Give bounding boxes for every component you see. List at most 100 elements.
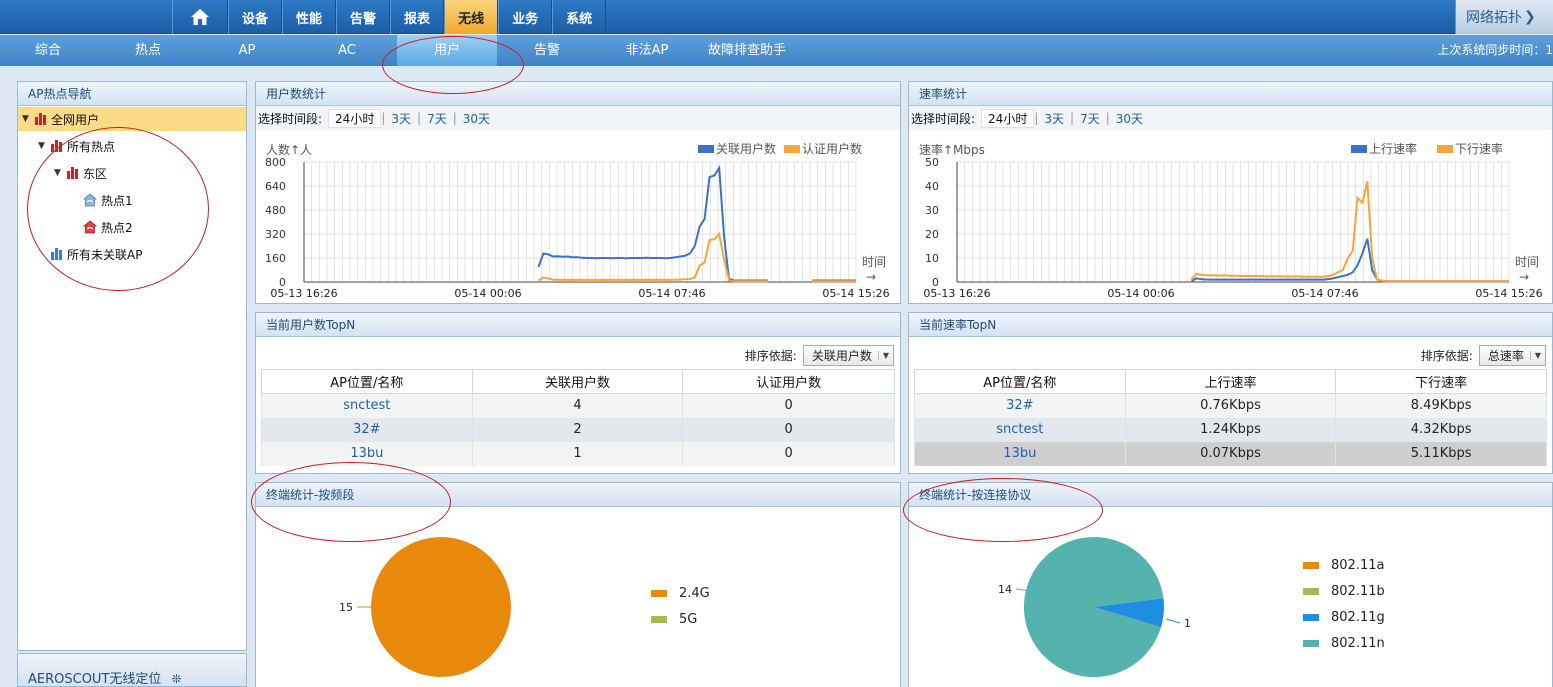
- y-tick-label: 50: [925, 156, 939, 169]
- subnav-item-user[interactable]: 用户: [397, 35, 497, 66]
- legend-label: 802.11a: [1331, 558, 1385, 573]
- topnav-item-system[interactable]: 系统: [552, 0, 607, 34]
- legend-swatch: [1351, 145, 1367, 153]
- time-option-30d[interactable]: 30天: [457, 110, 496, 127]
- sub-nav: 综合 热点 AP AC 用户 告警 非法AP 故障排查助手 上次系统同步时间：1: [0, 35, 1553, 66]
- x-tick-label: 05-14 07:46: [638, 287, 705, 300]
- chart-grid: [303, 161, 857, 283]
- rate-stats-time-selector: 选择时间段: 24小时 | 3天 | 7天 | 30天: [911, 108, 1149, 128]
- series-line: [1191, 238, 1509, 283]
- time-option-30d[interactable]: 30天: [1110, 110, 1149, 127]
- tree-node-hotspot-2[interactable]: 热点2: [82, 215, 133, 239]
- tree-node-all-users[interactable]: ▼ 全网用户: [18, 107, 246, 131]
- time-option-7d[interactable]: 7天: [1074, 110, 1106, 127]
- ap-name-link[interactable]: 32#: [261, 417, 473, 442]
- topnav-item-business[interactable]: 业务: [498, 0, 553, 34]
- rate-topn-sort-select[interactable]: 总速率 ▼: [1478, 345, 1546, 366]
- time-option-3d[interactable]: 3天: [1038, 110, 1070, 127]
- ap-hotspot-nav-panel: AP热点导航 ▼ 全网用户 ▼ 所有热点 ▼ 东区 热点1 热点2 所有未关联A…: [17, 81, 247, 651]
- tree-node-all-hotspots[interactable]: ▼ 所有热点: [38, 134, 115, 158]
- table-cell: 0: [682, 441, 895, 466]
- user-topn-title: 当前用户数TopN: [256, 313, 900, 337]
- topnav-item-performance[interactable]: 性能: [282, 0, 337, 34]
- pie-slice: [371, 537, 511, 677]
- ap-name-link[interactable]: 13bu: [914, 441, 1126, 466]
- sort-select-value: 关联用户数: [811, 349, 872, 363]
- chevron-down-icon: ▼: [877, 351, 889, 360]
- subnav-item-alarm[interactable]: 告警: [516, 35, 578, 66]
- ap-hotspot-nav-title: AP热点导航: [18, 82, 246, 106]
- wifi-house-icon: [82, 193, 98, 207]
- ap-name-link[interactable]: 32#: [914, 393, 1126, 418]
- time-option-7d[interactable]: 7天: [421, 110, 453, 127]
- user-topn-sort-select[interactable]: 关联用户数 ▼: [802, 345, 894, 366]
- rate-topn-title: 当前速率TopN: [909, 313, 1552, 337]
- column-header: 上行速率: [1124, 369, 1337, 394]
- time-option-24h[interactable]: 24小时: [981, 108, 1035, 128]
- legend-swatch: [1303, 588, 1319, 595]
- x-tick-label: 05-14 00:06: [454, 287, 521, 300]
- tree-node-east-zone[interactable]: ▼ 东区: [54, 161, 107, 185]
- subnav-item-hotspot[interactable]: 热点: [117, 35, 179, 66]
- chevron-right-icon: ❯: [1524, 9, 1536, 25]
- user-stats-title: 用户数统计: [256, 82, 900, 106]
- series-line: [1190, 180, 1509, 283]
- aeroscout-panel[interactable]: AEROSCOUT无线定位 ❊: [17, 653, 247, 687]
- subnav-item-rogue-ap[interactable]: 非法AP: [616, 35, 678, 66]
- table-cell: 1.24Kbps: [1124, 417, 1337, 442]
- time-range-label: 选择时间段:: [911, 111, 976, 126]
- ap-name-link[interactable]: 13bu: [261, 441, 473, 466]
- subnav-item-overview[interactable]: 综合: [17, 35, 79, 66]
- topnav-item-wireless[interactable]: 无线: [444, 0, 499, 34]
- time-range-label: 选择时间段:: [258, 111, 323, 126]
- column-header: 下行速率: [1335, 369, 1547, 394]
- legend-label: 关联用户数: [716, 141, 776, 156]
- subnav-item-troubleshoot[interactable]: 故障排查助手: [704, 35, 790, 66]
- network-topology-button[interactable]: 网络拓扑 ❯: [1455, 0, 1553, 34]
- topnav-item-alarm[interactable]: 告警: [336, 0, 391, 34]
- tree-node-label: 全网用户: [51, 112, 100, 127]
- legend-label: 5G: [679, 612, 698, 627]
- legend-label: 802.11g: [1331, 610, 1385, 625]
- band-stats-title: 终端统计-按频段: [256, 483, 900, 507]
- time-option-24h[interactable]: 24小时: [328, 108, 382, 128]
- subnav-item-ap[interactable]: AP: [216, 35, 278, 66]
- y-tick-label: 640: [265, 180, 286, 193]
- legend-label: 下行速率: [1455, 141, 1503, 156]
- expand-arrow-icon: ▼: [22, 114, 29, 124]
- topnav-item-device[interactable]: 设备: [228, 0, 283, 34]
- user-topn-sort-row: 排序依据: 关联用户数 ▼: [745, 345, 894, 366]
- chart-grid: [956, 161, 1510, 283]
- sync-time-label: 上次系统同步时间：1: [1437, 43, 1553, 57]
- slice-label-line: [1165, 618, 1181, 624]
- table-cell: 1: [471, 441, 684, 466]
- table-row: 13bu 0.07Kbps 5.11Kbps: [914, 441, 1547, 466]
- topnav-item-report[interactable]: 报表: [390, 0, 445, 34]
- legend-item: 2.4G: [651, 586, 710, 601]
- time-option-3d[interactable]: 3天: [385, 110, 417, 127]
- rate-topn-sort-row: 排序依据: 总速率 ▼: [1421, 345, 1546, 366]
- tree-node-unassociated-ap[interactable]: 所有未关联AP: [50, 242, 142, 266]
- legend-swatch: [1437, 145, 1453, 153]
- slice-value-label: 15: [339, 601, 353, 614]
- ap-name-link[interactable]: snctest: [914, 417, 1126, 442]
- chevron-down-icon: ▼: [1529, 351, 1541, 360]
- bar-chart-icon: [34, 113, 48, 125]
- x-tick-label: 05-14 00:06: [1107, 287, 1174, 300]
- y-tick-label: 40: [925, 180, 939, 193]
- series-line: [537, 164, 856, 282]
- arrow-right-icon: →: [1519, 270, 1529, 284]
- subnav-item-ac[interactable]: AC: [316, 35, 378, 66]
- ap-name-link[interactable]: snctest: [261, 393, 473, 418]
- home-button[interactable]: [172, 0, 228, 34]
- legend-item: 802.11g: [1303, 610, 1385, 625]
- tree-node-hotspot-1[interactable]: 热点1: [82, 188, 133, 212]
- table-row: 32# 0.76Kbps 8.49Kbps: [914, 393, 1547, 418]
- legend-label: 802.11n: [1331, 636, 1385, 651]
- home-icon: [191, 9, 209, 25]
- table-row: snctest 4 0: [261, 393, 895, 418]
- band-pie-chart: 15: [339, 537, 511, 677]
- tree-node-label: 所有热点: [67, 139, 116, 154]
- band-stats-panel: 终端统计-按频段 15 2.4G 5G: [255, 482, 901, 687]
- legend-swatch: [1303, 614, 1319, 621]
